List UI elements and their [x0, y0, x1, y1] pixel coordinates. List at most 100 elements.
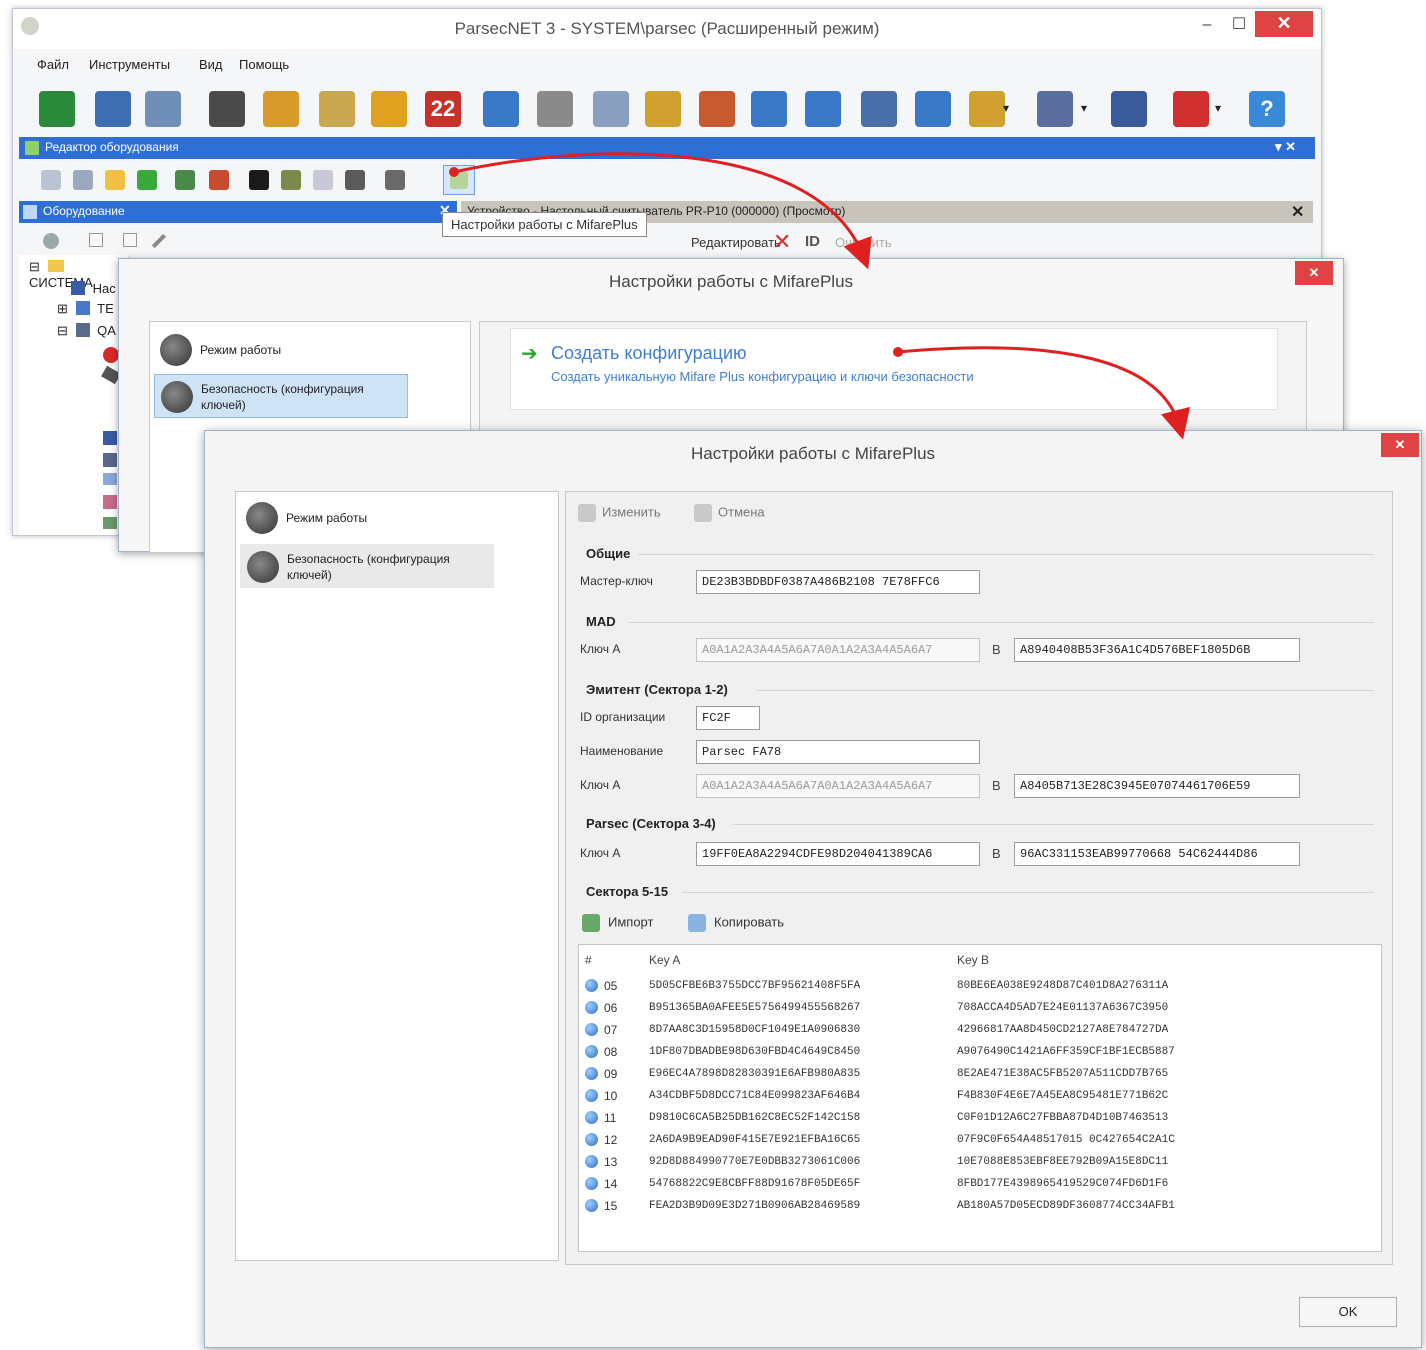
module-icon	[103, 495, 117, 509]
user-key-icon[interactable]	[1111, 91, 1147, 127]
edit-config-button[interactable]: Изменить	[578, 504, 661, 522]
mifare-settings-button[interactable]	[443, 165, 475, 195]
column-header-key-b[interactable]: Key B	[951, 945, 1371, 975]
clear-button[interactable]: Очистить	[835, 235, 892, 250]
schedule-icon[interactable]	[319, 91, 355, 127]
grid-view-icon[interactable]	[73, 170, 93, 190]
counter-icon[interactable]	[915, 91, 951, 127]
settings-icon[interactable]	[593, 91, 629, 127]
hardware-small-icon[interactable]	[281, 170, 301, 190]
edit-button[interactable]: Редактировать	[691, 235, 781, 250]
user-icon[interactable]	[345, 170, 365, 190]
menu-tools[interactable]: Инструменты	[89, 57, 170, 72]
person-icon[interactable]	[209, 91, 245, 127]
help-icon[interactable]: ?	[1249, 91, 1285, 127]
cards-icon[interactable]	[145, 91, 181, 127]
report-chart-icon[interactable]	[699, 91, 735, 127]
pen-icon[interactable]	[385, 170, 405, 190]
people-icon[interactable]	[209, 170, 229, 190]
hardware-icon[interactable]	[39, 91, 75, 127]
star-icon[interactable]	[105, 170, 125, 190]
building-icon[interactable]	[95, 91, 131, 127]
dropdown-arrow-icon[interactable]: ▾	[1003, 101, 1009, 115]
collapse-all-icon[interactable]	[123, 233, 137, 247]
device-icon	[71, 281, 85, 295]
plugin-icon[interactable]	[1037, 91, 1073, 127]
parsec-key-a-field[interactable]: 19FF0EA8A2294CDFE98D204041389CA6	[696, 842, 980, 866]
nav-item-security[interactable]: Безопасность (конфигурация ключей)	[154, 374, 408, 418]
table-row[interactable]: 11 D9810C6CA5B25DB162C8EC52F142C158 C0F01D…	[579, 1107, 1371, 1129]
org-id-field[interactable]: FC2F	[696, 706, 760, 730]
monitor-icon[interactable]	[483, 91, 519, 127]
menu-view[interactable]: Вид	[199, 57, 223, 72]
tree-item-nas[interactable]: Нас	[71, 281, 116, 296]
chart2-icon[interactable]	[805, 91, 841, 127]
mad-key-a-field[interactable]: A0A1A2A3A4A5A6A7A0A1A2A3A4A5A6A7	[696, 638, 980, 662]
table-row[interactable]: 10 A34CDBF5D8DCC71C84E099823AF646B4 F4B830…	[579, 1085, 1371, 1107]
dropdown-arrow-icon[interactable]: ▾	[1081, 101, 1087, 115]
cancel-config-button[interactable]: Отмена	[694, 504, 765, 522]
import-button[interactable]: Импорт	[582, 914, 653, 932]
table-row[interactable]: 12 2A6DA9B9EAD90F415E7E921EFBA16C65 07F9C0…	[579, 1129, 1371, 1151]
tree-item-qa[interactable]: ⊟ QA	[57, 323, 116, 339]
tree-item-te[interactable]: ⊞ ТЕ	[57, 301, 114, 317]
person-green-icon[interactable]	[175, 170, 195, 190]
emitent-key-a-field[interactable]: A0A1A2A3A4A5A6A7A0A1A2A3A4A5A6A7	[696, 774, 980, 798]
emitent-key-b-field[interactable]: A8405B713E28C3945E07074461706E59	[1014, 774, 1300, 798]
nav-item-mode[interactable]: Режим работы	[240, 496, 494, 540]
table-row[interactable]: 07 8D7AA8C3D15958D0CF1049E1A0906830 429668…	[579, 1019, 1371, 1041]
create-config-action[interactable]: ➔ Создать конфигурацию Создать уникальну…	[510, 328, 1278, 410]
table-row[interactable]: 08 1DF807DBADBE98D630FBD4C4649C8450 A90764…	[579, 1041, 1371, 1063]
tree-view-icon[interactable]	[41, 170, 61, 190]
chart-icon[interactable]	[751, 91, 787, 127]
exit-icon[interactable]	[1173, 91, 1209, 127]
tree-expander[interactable]: ⊟	[29, 259, 40, 274]
column-header-key-a[interactable]: Key A	[643, 945, 951, 975]
number-22-icon[interactable]: 22	[425, 91, 461, 127]
org-name-field[interactable]: Parsec FA78	[696, 740, 980, 764]
device-panel-close-icon[interactable]: ✕	[1291, 202, 1304, 222]
table-row[interactable]: 09 E96EC4A7898D82830391E6AFB980A835 8E2AE4…	[579, 1063, 1371, 1085]
globe-icon	[585, 1133, 598, 1146]
table-row[interactable]: 15 FEA2D3B9D09E3D271B0906AB28469589 AB180A…	[579, 1195, 1371, 1217]
ok-button[interactable]: OK	[1299, 1297, 1397, 1327]
card-icon[interactable]	[313, 170, 333, 190]
minimize-button[interactable]: –	[1193, 13, 1221, 37]
nav-item-security[interactable]: Безопасность (конфигурация ключей)	[240, 544, 494, 588]
copy-button[interactable]: Копировать	[688, 914, 784, 932]
table-row[interactable]: 13 92D8D884990770E7E0DBB3273061C006 10E708…	[579, 1151, 1371, 1173]
id-card-icon[interactable]	[861, 91, 897, 127]
table-row[interactable]: 06 B951365BA0AFEE5E5756499455568267 708ACC…	[579, 997, 1371, 1019]
maximize-button[interactable]: ☐	[1225, 13, 1253, 37]
mad-key-b-field[interactable]: A8940408B53F36A1C4D576BEF1805D6B	[1014, 638, 1300, 662]
parsec-key-b-label: B	[992, 846, 1001, 861]
globe-icon	[585, 1155, 598, 1168]
wand-icon[interactable]	[151, 233, 167, 249]
table-row[interactable]: 14 54768822C9E8CBFF88D91678F05DE65F 8FBD17…	[579, 1173, 1371, 1195]
column-header-number[interactable]: #	[579, 945, 643, 975]
console-icon[interactable]	[249, 170, 269, 190]
create-config-link[interactable]: Создать конфигурацию	[551, 343, 747, 364]
table-row[interactable]: 05 5D05CFBE6B3755DCC7BF95621408F5FA 80BE6E…	[579, 975, 1371, 997]
tree-expander[interactable]: ⊞	[57, 301, 68, 316]
lock-icon[interactable]	[371, 91, 407, 127]
delete-icon[interactable]: ✕	[773, 229, 791, 255]
calendar-icon[interactable]	[537, 91, 573, 127]
parsec-key-b-field[interactable]: 96AC331153EAB99770668 54C62444D86	[1014, 842, 1300, 866]
play-icon[interactable]	[137, 170, 157, 190]
tree-expander[interactable]: ⊟	[57, 323, 68, 338]
report-icon[interactable]	[645, 91, 681, 127]
open-box-icon[interactable]	[263, 91, 299, 127]
close-button[interactable]: ✕	[1255, 11, 1313, 37]
menu-file[interactable]: Файл	[37, 57, 69, 72]
nav-item-mode[interactable]: Режим работы	[154, 328, 408, 372]
menu-help[interactable]: Помощь	[239, 57, 289, 72]
expand-all-icon[interactable]	[89, 233, 103, 247]
move-icon[interactable]	[43, 233, 59, 249]
door-icon[interactable]	[969, 91, 1005, 127]
dialog-close-button[interactable]: ✕	[1295, 261, 1333, 285]
master-key-field[interactable]: DE23B3BDBDF0387A486B2108 7E78FFC6	[696, 570, 980, 594]
dialog-close-button[interactable]: ✕	[1381, 433, 1419, 457]
panel-pin-close-icon[interactable]: ▾ ✕	[1275, 139, 1296, 155]
dropdown-arrow-icon[interactable]: ▾	[1215, 101, 1221, 115]
